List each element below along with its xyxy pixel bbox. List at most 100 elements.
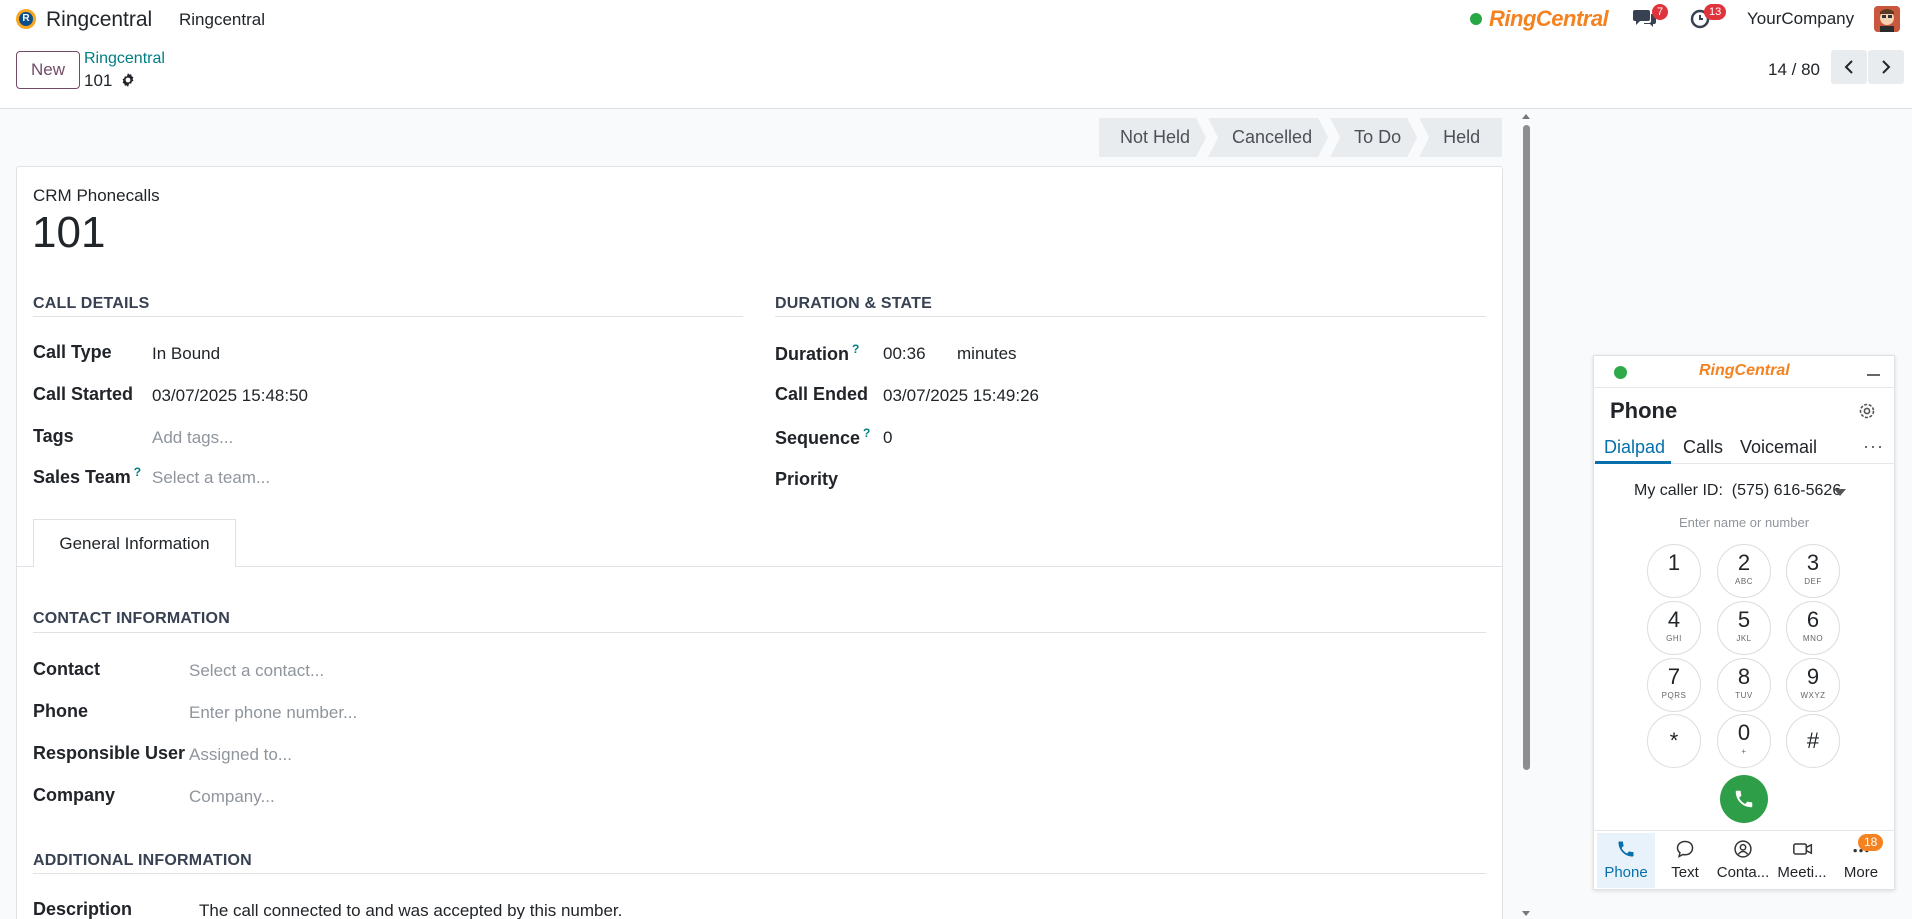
- sales-team-input[interactable]: Select a team...: [152, 468, 270, 488]
- dialpad-key-hash[interactable]: #: [1786, 714, 1840, 768]
- more-count-badge: 18: [1858, 834, 1884, 851]
- video-camera-icon: [1793, 843, 1813, 855]
- widget-nav-label: Meeti...: [1777, 864, 1827, 881]
- key-digit: 3: [1806, 550, 1820, 575]
- sequence-field[interactable]: 0: [883, 428, 892, 448]
- control-panel: New Ringcentral 101 14 / 80: [0, 38, 1912, 109]
- dialpad-key-8[interactable]: 8 TUV: [1717, 658, 1771, 712]
- messages-count-badge: 7: [1652, 4, 1669, 20]
- menu-item-ringcentral[interactable]: Ringcentral: [179, 10, 265, 30]
- description-field[interactable]: The call connected to and was accepted b…: [199, 901, 622, 919]
- key-digit: 0: [1737, 720, 1751, 745]
- call-started-field[interactable]: 03/07/2025 15:48:50: [152, 386, 308, 406]
- dialpad-key-0[interactable]: 0 +: [1717, 714, 1771, 768]
- dialpad-key-6[interactable]: 6 MNO: [1786, 601, 1840, 655]
- call-type-label: Call Type: [33, 342, 112, 362]
- key-digit: 6: [1806, 607, 1820, 632]
- widget-tab-calls[interactable]: Calls: [1683, 437, 1723, 458]
- key-letters: TUV: [1735, 691, 1753, 700]
- notebook-tabs-divider: [16, 566, 1503, 567]
- app-logo-icon[interactable]: R: [16, 9, 36, 29]
- rc-brand-logo[interactable]: RingCentral: [1489, 6, 1609, 32]
- stage-to-do[interactable]: To Do: [1330, 118, 1417, 157]
- dialpad-key-9[interactable]: 9 WXYZ: [1786, 658, 1840, 712]
- stage-held[interactable]: Held: [1419, 118, 1503, 157]
- help-icon[interactable]: ?: [863, 426, 870, 440]
- widget-settings-gear-icon[interactable]: [1857, 401, 1877, 421]
- new-button[interactable]: New: [16, 51, 80, 89]
- dialpad-key-4[interactable]: 4 GHI: [1647, 601, 1701, 655]
- company-label: Company: [33, 785, 116, 805]
- breadcrumb-current: 101: [84, 71, 113, 90]
- section-title-additional-information: ADDITIONAL INFORMATION: [33, 852, 252, 869]
- chat-bubble-icon: [1676, 840, 1694, 858]
- key-letters: PQRS: [1661, 691, 1687, 700]
- widget-nav-text[interactable]: Text: [1656, 833, 1714, 888]
- responsible-user-input[interactable]: Assigned to...: [189, 745, 292, 765]
- widget-brand-logo: RingCentral: [1699, 362, 1790, 379]
- widget-bottom-nav-divider: [1594, 830, 1894, 831]
- call-ended-field[interactable]: 03/07/2025 15:49:26: [883, 386, 1039, 406]
- duration-label: Duration?: [775, 342, 860, 364]
- chevron-left-icon: [1844, 60, 1853, 74]
- widget-minimize-button[interactable]: [1867, 374, 1880, 376]
- sequence-label: Sequence?: [775, 426, 871, 448]
- pager-previous-button[interactable]: [1831, 50, 1867, 84]
- scroll-down-arrow-icon[interactable]: [1521, 910, 1531, 918]
- widget-nav-meetings[interactable]: Meeti...: [1773, 833, 1831, 888]
- top-navbar: R Ringcentral Ringcentral RingCentral 7 …: [0, 0, 1912, 38]
- app-name[interactable]: Ringcentral: [46, 8, 152, 32]
- widget-tab-dialpad[interactable]: Dialpad: [1604, 437, 1665, 458]
- help-icon[interactable]: ?: [852, 342, 859, 356]
- caller-id-selector[interactable]: My caller ID: (575) 616-5626: [1634, 482, 1841, 500]
- company-input[interactable]: Company...: [189, 787, 275, 807]
- dialpad-key-1[interactable]: 1: [1647, 544, 1701, 598]
- pager-next-button[interactable]: [1868, 50, 1904, 84]
- key-letters: WXYZ: [1800, 691, 1826, 700]
- scroll-up-arrow-icon[interactable]: [1521, 112, 1531, 120]
- caller-id-dropdown-icon[interactable]: [1834, 489, 1846, 496]
- activities-count-badge: 13: [1704, 4, 1727, 20]
- key-digit: 9: [1806, 664, 1820, 689]
- key-digit: 8: [1737, 664, 1751, 689]
- record-actions-gear-icon[interactable]: [120, 72, 136, 88]
- key-letters: DEF: [1804, 577, 1822, 586]
- widget-nav-label: Phone: [1604, 864, 1648, 881]
- tags-input[interactable]: Add tags...: [152, 428, 233, 448]
- stage-cancelled[interactable]: Cancelled: [1208, 118, 1328, 157]
- tab-general-information[interactable]: General Information: [33, 519, 236, 567]
- widget-tabs-more-icon[interactable]: ···: [1863, 436, 1884, 457]
- dialpad-key-3[interactable]: 3 DEF: [1786, 544, 1840, 598]
- pager-counter[interactable]: 14 / 80: [1768, 60, 1820, 80]
- caller-id-value: (575) 616-5626: [1731, 482, 1842, 499]
- description-label: Description: [33, 899, 133, 919]
- dialpad-key-star[interactable]: *: [1647, 714, 1701, 768]
- duration-field[interactable]: 00:36: [883, 344, 926, 364]
- widget-nav-contacts[interactable]: Conta...: [1714, 833, 1772, 888]
- contacts-icon: [1734, 840, 1752, 858]
- scrollbar-thumb[interactable]: [1523, 125, 1530, 770]
- widget-nav-phone[interactable]: Phone: [1597, 833, 1655, 888]
- phone-label: Phone: [33, 701, 89, 721]
- record-name[interactable]: 101: [32, 208, 105, 258]
- dial-number-input[interactable]: Enter name or number: [1594, 515, 1894, 530]
- call-type-field[interactable]: In Bound: [152, 344, 220, 364]
- key-letters: ABC: [1735, 577, 1753, 586]
- responsible-user-label: Responsible User: [33, 743, 186, 763]
- contact-input[interactable]: Select a contact...: [189, 661, 324, 681]
- call-button[interactable]: [1720, 775, 1768, 823]
- widget-nav-label: Text: [1671, 864, 1699, 881]
- help-icon[interactable]: ?: [134, 465, 141, 479]
- dialpad-key-2[interactable]: 2 ABC: [1717, 544, 1771, 598]
- phone-input[interactable]: Enter phone number...: [189, 703, 357, 723]
- tags-label: Tags: [33, 426, 74, 446]
- user-avatar[interactable]: [1874, 6, 1900, 32]
- company-switcher[interactable]: YourCompany: [1747, 9, 1854, 29]
- stage-not-held[interactable]: Not Held: [1099, 118, 1206, 157]
- dialpad-key-5[interactable]: 5 JKL: [1717, 601, 1771, 655]
- phone-call-icon: [1735, 790, 1753, 808]
- dialpad-key-7[interactable]: 7 PQRS: [1647, 658, 1701, 712]
- widget-tab-voicemail[interactable]: Voicemail: [1740, 437, 1817, 458]
- priority-label: Priority: [775, 469, 839, 489]
- breadcrumb-parent-link[interactable]: Ringcentral: [84, 50, 165, 68]
